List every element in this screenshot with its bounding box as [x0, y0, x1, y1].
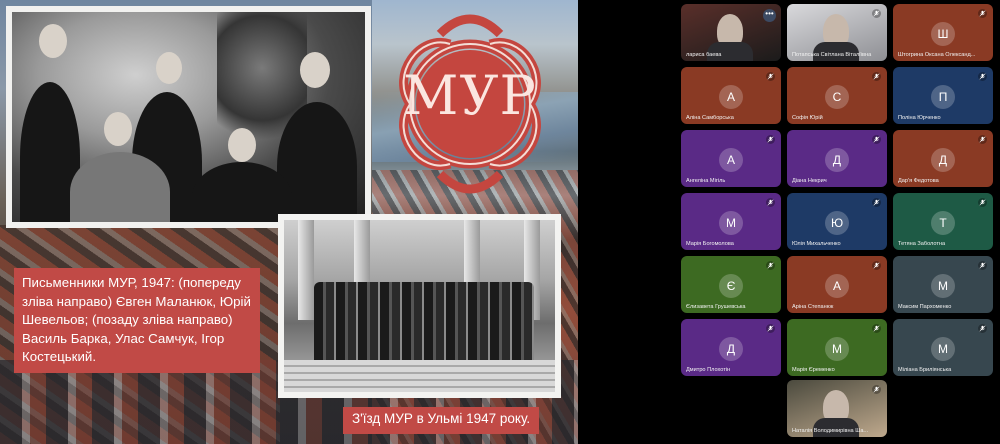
mic-muted-icon — [766, 324, 775, 333]
participant-name: Міліана Бриліянська — [898, 367, 952, 373]
mic-muted-icon — [978, 9, 987, 18]
mic-muted-icon — [978, 72, 987, 81]
mic-muted-icon — [872, 72, 881, 81]
participant-avatar: М — [931, 337, 955, 361]
mic-muted-icon — [766, 72, 775, 81]
mic-muted-icon — [872, 324, 881, 333]
participant-tile[interactable]: Т Тетяна Заболотна — [893, 193, 993, 250]
mic-muted-icon — [872, 198, 881, 207]
shared-presentation-slide: МУР Письменники МУР, 1947: (попереду злі… — [0, 0, 578, 444]
participant-name: Юлія Михальченко — [792, 241, 841, 247]
participant-tile[interactable]: А Ангеліна Мігіль — [681, 130, 781, 187]
participant-tile[interactable]: Д Дар'я Федотова — [893, 130, 993, 187]
group-photo-writers — [6, 6, 371, 228]
mic-muted-icon — [978, 135, 987, 144]
mic-muted-icon — [872, 261, 881, 270]
mic-muted-icon — [872, 9, 881, 18]
participant-tile[interactable]: М Максим Пархоменко — [893, 256, 993, 313]
participant-avatar: С — [825, 85, 849, 109]
congress-caption: З'їзд МУР в Ульмі 1947 року. — [343, 407, 540, 434]
more-options-icon[interactable]: ••• — [763, 9, 776, 22]
participant-tile[interactable]: Д Дмитро Плохотін — [681, 319, 781, 376]
participant-name: Аліна Самборська — [686, 115, 734, 121]
participant-name: Поліна Юрченко — [898, 115, 941, 121]
participant-avatar: М — [931, 274, 955, 298]
crowd-of-people — [314, 282, 534, 362]
mic-muted-icon — [766, 198, 775, 207]
participant-name: Дар'я Федотова — [898, 178, 939, 184]
mic-muted-icon — [766, 135, 775, 144]
participant-name: лариса баева — [686, 52, 722, 58]
participant-name: Софія Юрій — [792, 115, 823, 121]
mic-muted-icon — [872, 135, 881, 144]
mic-muted-icon — [978, 198, 987, 207]
participant-avatar: А — [719, 148, 743, 172]
participant-tile[interactable]: М Марія Єременко — [787, 319, 887, 376]
participant-tile[interactable]: Ш Штогрина Оксана Олександ... — [893, 4, 993, 61]
participant-name: Тетяна Заболотна — [898, 241, 946, 247]
participant-tile[interactable]: П Поліна Юрченко — [893, 67, 993, 124]
participant-tile[interactable]: М Міліана Бриліянська — [893, 319, 993, 376]
participant-name: Марія Єременко — [792, 367, 835, 373]
participant-tile[interactable]: А Аліна Самборська — [681, 67, 781, 124]
participant-avatar: А — [719, 85, 743, 109]
participant-tile[interactable]: Наталія Володимирівна Ша... — [787, 380, 887, 437]
participant-name: Дмитро Плохотін — [686, 367, 731, 373]
mic-muted-icon — [872, 385, 881, 394]
participant-name: Штогрина Оксана Олександ... — [898, 52, 976, 58]
mur-logo-text: МУР — [403, 64, 537, 127]
photo-caption: Письменники МУР, 1947: (попереду зліва н… — [14, 268, 260, 373]
participant-name: Максим Пархоменко — [898, 304, 952, 310]
mic-muted-icon — [978, 324, 987, 333]
building-steps — [284, 360, 555, 392]
participant-avatar: Ш — [931, 22, 955, 46]
participant-name: Діана Некрич — [792, 178, 827, 184]
participant-tile[interactable]: ••• лариса баева — [681, 4, 781, 61]
mic-muted-icon — [978, 261, 987, 270]
participant-tile[interactable]: М Марія Богомолова — [681, 193, 781, 250]
participant-name: Аріна Степанюк — [792, 304, 834, 310]
participant-tile[interactable]: А Аріна Степанюк — [787, 256, 887, 313]
participant-avatar: Д — [825, 148, 849, 172]
group-photo-congress — [278, 214, 561, 398]
participant-avatar: Д — [931, 148, 955, 172]
participant-name: Марія Богомолова — [686, 241, 734, 247]
participant-avatar: А — [825, 274, 849, 298]
participant-tile[interactable]: Потапська Світлана Віталіївна — [787, 4, 887, 61]
mic-muted-icon — [766, 261, 775, 270]
participant-avatar: М — [719, 211, 743, 235]
participant-tile[interactable]: Ю Юлія Михальченко — [787, 193, 887, 250]
participant-avatar: Є — [719, 274, 743, 298]
participant-name: Наталія Володимирівна Ша... — [792, 428, 869, 434]
participant-name: Ангеліна Мігіль — [686, 178, 726, 184]
participant-avatar: Д — [719, 337, 743, 361]
participant-avatar: М — [825, 337, 849, 361]
participant-tile[interactable]: Д Діана Некрич — [787, 130, 887, 187]
participant-avatar: П — [931, 85, 955, 109]
participant-name: Потапська Світлана Віталіївна — [792, 52, 872, 58]
participant-avatar: Ю — [825, 211, 849, 235]
participant-avatar: Т — [931, 211, 955, 235]
participant-tile[interactable]: Є Єлизавета Грушевська — [681, 256, 781, 313]
participant-tile[interactable]: С Софія Юрій — [787, 67, 887, 124]
participant-name: Єлизавета Грушевська — [686, 304, 746, 310]
